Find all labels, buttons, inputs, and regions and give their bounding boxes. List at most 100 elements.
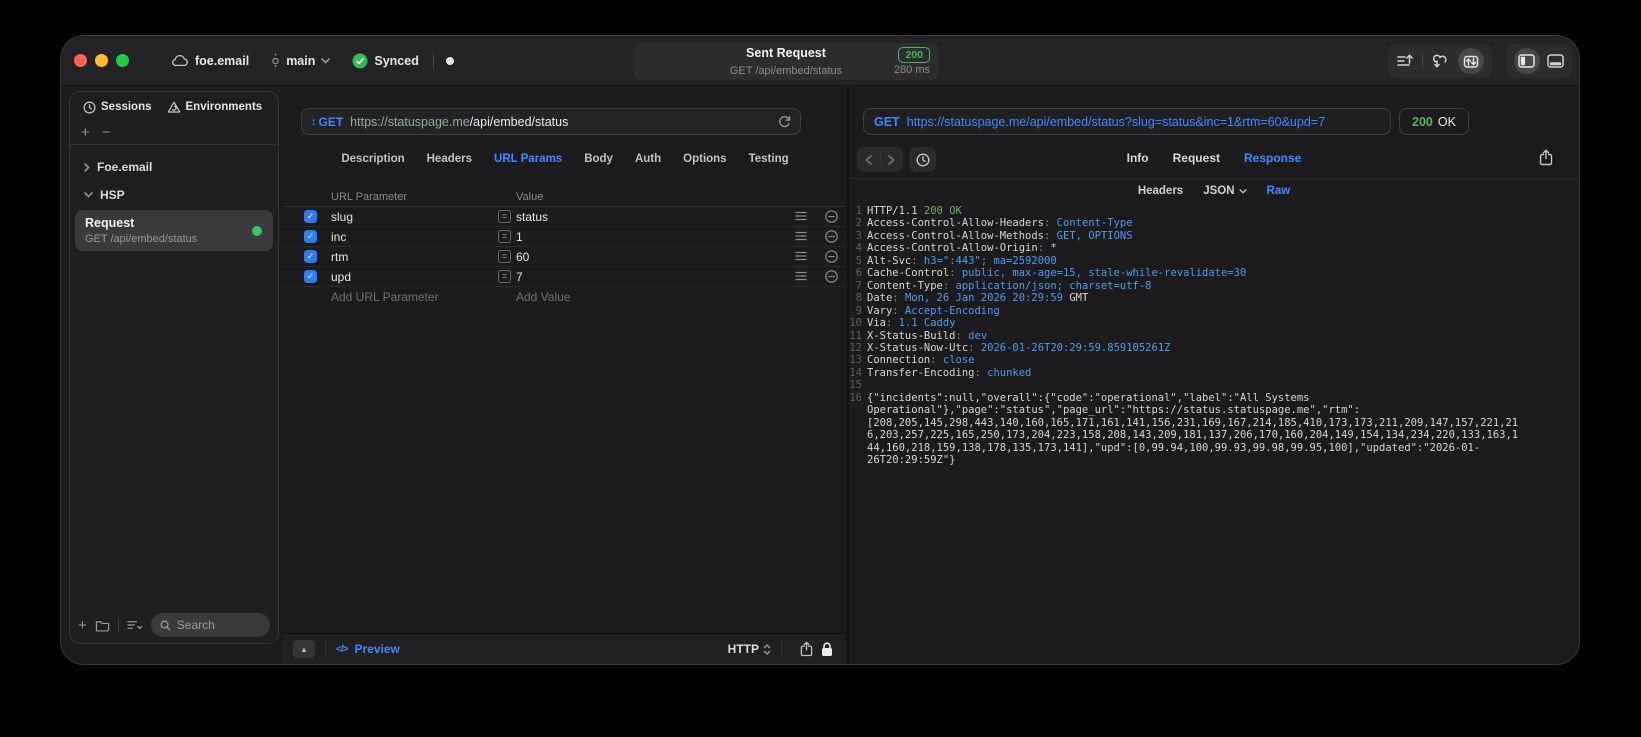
param-value[interactable]: 60 bbox=[516, 250, 529, 264]
response-line: 12 X-Status-Now-Utc: 2026-01-26T20:29:59.… bbox=[849, 342, 1523, 354]
add-param-placeholder[interactable]: Add URL Parameter bbox=[331, 290, 439, 304]
remove-item-button[interactable]: − bbox=[102, 125, 111, 140]
protocol-selector[interactable]: HTTP bbox=[728, 642, 771, 656]
hooks-icon[interactable] bbox=[1432, 53, 1450, 69]
line-number: 9 bbox=[855, 304, 862, 317]
equals-icon: = bbox=[498, 230, 511, 243]
branch-menu[interactable]: main bbox=[271, 53, 331, 69]
param-checkbox[interactable]: ✓ bbox=[304, 270, 317, 283]
minimize-window-button[interactable] bbox=[95, 54, 108, 67]
response-tab-response[interactable]: Response bbox=[1244, 151, 1301, 165]
lock-icon[interactable] bbox=[821, 641, 833, 657]
param-value[interactable]: 1 bbox=[516, 230, 523, 244]
request-url-bar[interactable]: ↕ GET https://statuspage.me/api/embed/st… bbox=[301, 108, 801, 135]
sidebar: Sessions Environments + − Foe.email HSP … bbox=[69, 91, 279, 644]
row-menu-icon[interactable] bbox=[795, 211, 807, 221]
export-response-icon[interactable] bbox=[1539, 149, 1553, 166]
sort-options-icon[interactable] bbox=[127, 620, 143, 631]
request-tab-headers[interactable]: Headers bbox=[427, 153, 472, 165]
response-tab-request[interactable]: Request bbox=[1173, 151, 1220, 165]
line-number: 8 bbox=[855, 292, 862, 305]
param-name[interactable]: rtm bbox=[331, 250, 348, 264]
equals-icon: = bbox=[498, 250, 511, 263]
request-tab-testing[interactable]: Testing bbox=[749, 153, 789, 165]
row-menu-icon[interactable] bbox=[795, 251, 807, 261]
param-checkbox[interactable]: ✓ bbox=[304, 230, 317, 243]
param-name[interactable]: inc bbox=[331, 230, 346, 244]
search-input[interactable]: Search bbox=[150, 613, 270, 637]
session-dot-icon[interactable] bbox=[445, 56, 454, 65]
request-tab-options[interactable]: Options bbox=[683, 153, 726, 165]
sent-request-url-bar[interactable]: GET https://statuspage.me/api/embed/stat… bbox=[863, 108, 1391, 135]
response-line: 11 X-Status-Build: dev bbox=[849, 330, 1523, 342]
share-icon[interactable] bbox=[800, 641, 813, 657]
remove-row-icon[interactable] bbox=[825, 250, 838, 263]
line-number: 3 bbox=[855, 229, 862, 242]
row-menu-icon[interactable] bbox=[795, 271, 807, 281]
new-request-button[interactable]: + bbox=[78, 618, 87, 633]
param-checkbox[interactable]: ✓ bbox=[304, 210, 317, 223]
param-name[interactable]: upd bbox=[331, 270, 351, 284]
project-menu[interactable]: foe.email bbox=[171, 54, 249, 68]
active-request-pill[interactable]: Sent Request GET /api/embed/status 200 2… bbox=[633, 43, 939, 80]
request-tab-url-params[interactable]: URL Params bbox=[494, 153, 562, 165]
tab-sessions[interactable]: Sessions bbox=[83, 101, 152, 114]
response-subtab-headers[interactable]: Headers bbox=[1138, 185, 1183, 197]
transfer-panel-button[interactable] bbox=[1457, 48, 1484, 74]
request-tab-auth[interactable]: Auth bbox=[635, 153, 661, 165]
line-number: 7 bbox=[855, 279, 862, 292]
sync-label: Synced bbox=[374, 53, 419, 68]
remove-row-icon[interactable] bbox=[825, 230, 838, 243]
tree-item-foe-email[interactable]: Foe.email bbox=[70, 153, 278, 181]
row-menu-icon[interactable] bbox=[795, 231, 807, 241]
zoom-window-button[interactable] bbox=[116, 54, 129, 67]
line-number: 2 bbox=[855, 217, 862, 230]
response-tabs: Info Request Response bbox=[849, 151, 1579, 165]
remove-row-icon[interactable] bbox=[825, 270, 838, 283]
request-tab-body[interactable]: Body bbox=[584, 153, 613, 165]
tab-environments[interactable]: Environments bbox=[167, 101, 262, 114]
expand-panel-button[interactable]: ▲ bbox=[293, 640, 315, 658]
param-row: ✓ upd = 7 bbox=[283, 267, 845, 287]
traffic-lights bbox=[74, 54, 129, 67]
toggle-bottom-panel-icon[interactable] bbox=[1547, 54, 1565, 68]
close-window-button[interactable] bbox=[74, 54, 87, 67]
line-number: 10 bbox=[849, 317, 862, 330]
response-line: 10 Via: 1.1 Caddy bbox=[849, 317, 1523, 329]
response-subtabs: Headers JSON Raw bbox=[849, 185, 1579, 197]
tree-request-item-selected[interactable]: Request GET /api/embed/status bbox=[75, 210, 273, 251]
preview-button[interactable]: </> Preview bbox=[336, 642, 400, 656]
resend-request-icon[interactable] bbox=[778, 115, 791, 129]
duration-label: 280 ms bbox=[893, 64, 930, 76]
response-tab-info[interactable]: Info bbox=[1127, 151, 1149, 165]
response-subtab-raw[interactable]: Raw bbox=[1267, 185, 1291, 197]
request-method[interactable]: GET bbox=[319, 115, 344, 129]
add-item-button[interactable]: + bbox=[81, 125, 90, 140]
import-export-icon[interactable] bbox=[1396, 53, 1414, 69]
tree-item-hsp[interactable]: HSP bbox=[70, 181, 278, 209]
response-status-text: OK bbox=[1437, 114, 1456, 129]
bottom-bar-divider bbox=[117, 618, 119, 632]
response-line: 2 Access-Control-Allow-Headers: Content-T… bbox=[849, 217, 1523, 229]
toggle-sidebar-icon[interactable] bbox=[1513, 48, 1540, 74]
response-status-box: 200 OK bbox=[1399, 108, 1469, 135]
line-content: HTTP/1.1 200 OK bbox=[867, 205, 962, 217]
environments-icon bbox=[167, 101, 181, 114]
line-number: 6 bbox=[855, 267, 862, 280]
sync-status[interactable]: Synced bbox=[352, 53, 419, 69]
params-header-row: URL Parameter Value bbox=[283, 190, 845, 207]
line-number: 12 bbox=[849, 341, 862, 354]
response-line: 1 HTTP/1.1 200 OK bbox=[849, 205, 1523, 217]
request-tab-description[interactable]: Description bbox=[341, 153, 404, 165]
param-value[interactable]: status bbox=[516, 210, 548, 224]
remove-row-icon[interactable] bbox=[825, 210, 838, 223]
method-dropdown-icon[interactable]: ↕ bbox=[311, 116, 317, 128]
new-folder-icon[interactable] bbox=[95, 619, 110, 632]
add-value-placeholder[interactable]: Add Value bbox=[516, 290, 571, 304]
param-name[interactable]: slug bbox=[331, 210, 353, 224]
response-subtab-json[interactable]: JSON bbox=[1203, 185, 1247, 197]
param-checkbox[interactable]: ✓ bbox=[304, 250, 317, 263]
param-value[interactable]: 7 bbox=[516, 270, 523, 284]
response-body[interactable]: 1 HTTP/1.1 200 OK 2 Access-Control-Allow-He… bbox=[849, 205, 1523, 660]
request-tabs: Description Headers URL Params Body Auth Opti… bbox=[283, 153, 847, 165]
